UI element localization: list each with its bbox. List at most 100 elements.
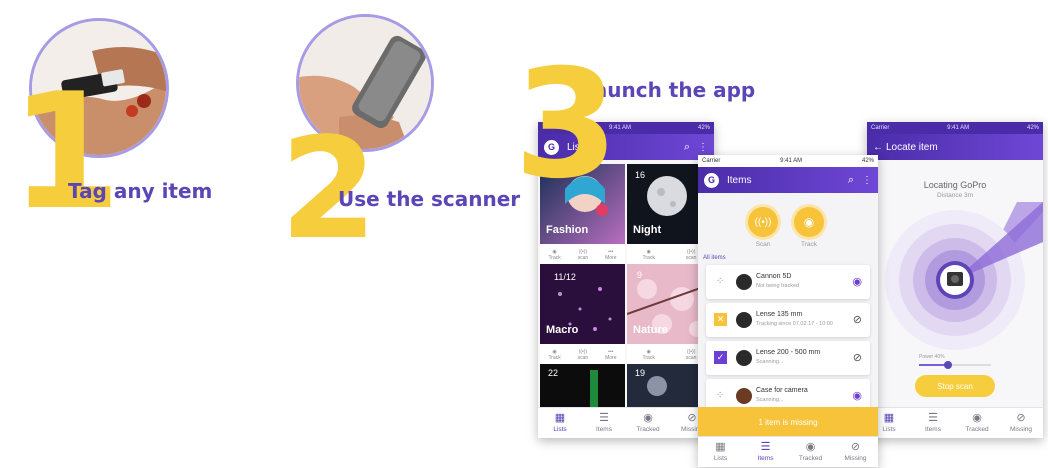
- step-1-number: 1: [10, 58, 122, 245]
- item-subtitle: Scanning...: [756, 359, 784, 365]
- power-slider[interactable]: [919, 361, 991, 369]
- eye-icon: ◉: [805, 441, 816, 453]
- scan-icon[interactable]: ((•)) scan: [578, 249, 589, 261]
- tile-count: 11/12: [554, 272, 576, 282]
- nav-tracked[interactable]: ◉ Tracked: [788, 437, 833, 467]
- nav-items[interactable]: ☰ Items: [743, 437, 788, 467]
- loading-icon: ⁘: [716, 390, 725, 401]
- block-icon: ⊘: [1016, 412, 1026, 424]
- nav-missing[interactable]: ⊘ Missing: [999, 408, 1043, 438]
- nav-missing[interactable]: ⊘ Missing: [833, 437, 878, 467]
- power-label: Power 40%: [919, 354, 945, 360]
- tile-label: Nature: [633, 324, 668, 336]
- item-title: Case for camera: [756, 387, 808, 394]
- checkbox-yellow-icon[interactable]: ✕: [714, 313, 727, 326]
- block-icon: ⊘: [850, 441, 861, 453]
- app-logo: G: [704, 172, 719, 188]
- screen-title: Locate item: [886, 141, 938, 153]
- locating-title: Locating GoPro: [923, 180, 987, 190]
- item-thumbnail: [736, 350, 752, 366]
- tile-label: Night: [633, 224, 662, 236]
- track-icon[interactable]: ◉ Track: [643, 249, 655, 261]
- bottom-nav: ▦ Lists ☰ Items ◉ Tracked ⊘ Missing: [698, 436, 878, 467]
- eye-icon: ◉: [972, 412, 982, 424]
- nav-tracked[interactable]: ◉ Tracked: [626, 408, 670, 438]
- more-icon[interactable]: ⋮: [698, 142, 708, 153]
- scan-icon[interactable]: ((•)) scan: [578, 349, 589, 361]
- search-icon[interactable]: ⌕: [848, 174, 854, 187]
- list-tile-drinks[interactable]: 22: [540, 364, 625, 410]
- tile-count: 22: [548, 368, 559, 378]
- grid-icon: ▦: [554, 412, 566, 424]
- status-time: 9:41 AM: [947, 125, 970, 131]
- track-icon[interactable]: ◉ Track: [548, 249, 560, 261]
- list-icon: ☰: [760, 441, 771, 453]
- tile-count: 19: [635, 368, 646, 378]
- checkbox-checked-icon[interactable]: ✓: [714, 351, 727, 364]
- search-icon[interactable]: ⌕: [684, 141, 690, 154]
- nav-lists[interactable]: ▦ Lists: [698, 437, 743, 467]
- eye-icon[interactable]: ◉: [852, 389, 862, 402]
- stop-scan-button[interactable]: Stop scan: [915, 375, 995, 397]
- step-3-number: 3: [514, 38, 619, 212]
- phone-items-screen: Carrier 9:41 AM 42% G Items ⌕ ⋮ ((•)) Sc…: [698, 155, 878, 467]
- grid-icon: ▦: [883, 412, 895, 424]
- status-battery: 42%: [1026, 125, 1039, 131]
- step-2-label: Use the scanner: [338, 187, 521, 211]
- item-subtitle: Scanning...: [756, 397, 784, 403]
- more-icon[interactable]: ⋮: [862, 175, 872, 186]
- missing-banner[interactable]: 1 item is missing: [698, 407, 878, 437]
- eye-icon[interactable]: ◉: [852, 275, 862, 288]
- item-title: Lense 200 - 500 mm: [756, 349, 821, 356]
- scan-label: Scan: [755, 241, 771, 248]
- block-icon: ⊘: [687, 412, 697, 424]
- item-subtitle: Not being tracked: [756, 283, 800, 289]
- item-thumbnail: [736, 388, 752, 404]
- nav-tracked[interactable]: ◉ Tracked: [955, 408, 999, 438]
- status-battery: 42%: [697, 125, 710, 131]
- app-bar: G Items ⌕ ⋮: [698, 167, 878, 193]
- scan-icon[interactable]: ((•)) scan: [686, 349, 697, 361]
- list-icon: ☰: [928, 412, 938, 424]
- app-bar: ← Locate item: [867, 134, 1043, 160]
- nav-lists[interactable]: ▦ Lists: [538, 408, 582, 438]
- eye-off-icon[interactable]: ⊘: [853, 313, 862, 326]
- tile-actions: ◉ Track ((•)) scan ••• More: [540, 244, 625, 266]
- list-item[interactable]: ✓ Lense 200 - 500 mm Scanning... ⊘: [706, 341, 870, 375]
- nav-items[interactable]: ☰ Items: [911, 408, 955, 438]
- track-button[interactable]: ◉: [794, 207, 824, 237]
- list-item[interactable]: ✕ Lense 135 mm Tracking since 07.02.17 -…: [706, 303, 870, 337]
- phone-locate-screen: Carrier 9:41 AM 42% ← Locate item Locati…: [867, 122, 1043, 438]
- tile-label: Fashion: [546, 224, 589, 236]
- bottom-nav: ▦ Lists ☰ Items ◉ Tracked ⊘ Missing: [538, 407, 714, 438]
- more-icon[interactable]: ••• More: [605, 249, 616, 261]
- screen-title: Items: [727, 174, 752, 186]
- item-title: Cannon 5D: [756, 273, 792, 280]
- status-bar: Carrier 9:41 AM 42%: [867, 122, 1043, 134]
- more-icon[interactable]: ••• More: [605, 349, 616, 361]
- eye-icon: ◉: [643, 412, 653, 424]
- scan-icon[interactable]: ((•)) scan: [686, 249, 697, 261]
- tile-label: Macro: [546, 324, 579, 336]
- distance-text: Distance 3m: [936, 192, 974, 199]
- section-label: All items: [703, 255, 726, 261]
- list-item[interactable]: ⁘ Cannon 5D Not being tracked ◉: [706, 265, 870, 299]
- loading-icon: ⁘: [716, 276, 725, 287]
- status-carrier: Carrier: [871, 125, 890, 131]
- item-thumbnail: [736, 312, 752, 328]
- track-label: Track: [800, 241, 817, 248]
- item-thumbnail: [736, 274, 752, 290]
- item-title: Lense 135 mm: [756, 311, 803, 318]
- nav-items[interactable]: ☰ Items: [582, 408, 626, 438]
- list-tile-macro[interactable]: 11/12 Macro: [540, 264, 625, 344]
- status-bar: Carrier 9:41 AM 42%: [698, 155, 878, 167]
- track-icon[interactable]: ◉ Track: [548, 349, 560, 361]
- back-icon[interactable]: ←: [873, 142, 883, 153]
- status-battery: 42%: [861, 158, 874, 164]
- track-icon[interactable]: ◉ Track: [643, 349, 655, 361]
- eye-off-icon[interactable]: ⊘: [853, 351, 862, 364]
- bottom-nav: ▦ Lists ☰ Items ◉ Tracked ⊘ Missing: [867, 407, 1043, 438]
- power-slider-knob[interactable]: [943, 361, 952, 369]
- scan-button[interactable]: ((•)): [748, 207, 778, 237]
- radar-rings: [885, 202, 1043, 350]
